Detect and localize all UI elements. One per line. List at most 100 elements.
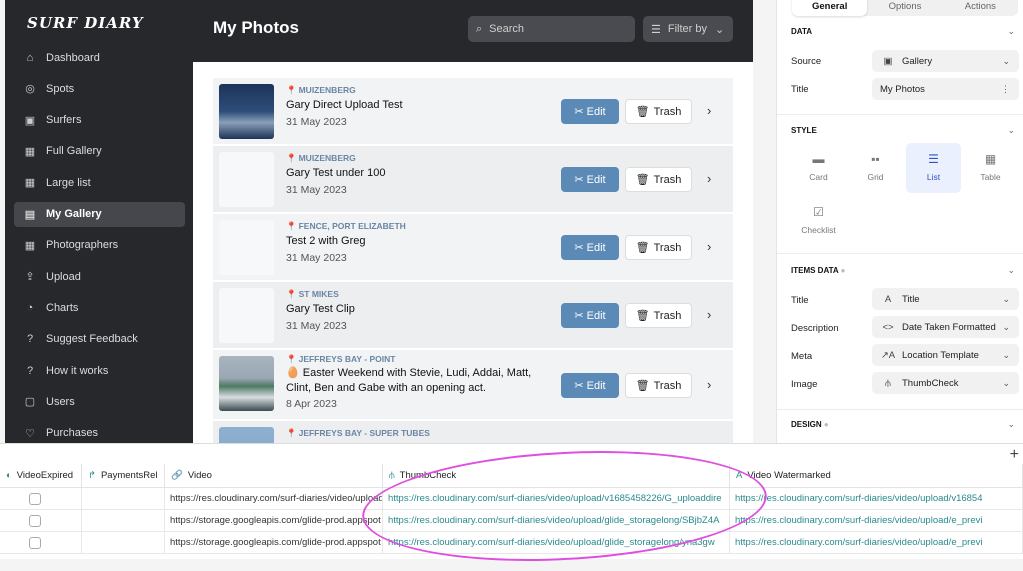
chevron-right-icon[interactable]: ›: [707, 103, 711, 118]
item-date: 31 May 2023: [286, 116, 347, 128]
item-title: 🥚 Easter Weekend with Stevie, Ludi, Adda…: [286, 367, 532, 394]
list-item[interactable]: 📍 FENCE, PORT ELIZABETH Test 2 with Greg 3…: [213, 214, 733, 281]
chevron-right-icon[interactable]: ›: [707, 171, 711, 186]
chevron-down-icon[interactable]: ⌄: [1007, 419, 1015, 430]
trash-button[interactable]: 🗑 Trash: [625, 99, 692, 124]
video-cell[interactable]: https://storage.googleapis.com/glide-pro…: [165, 532, 383, 554]
style-table[interactable]: ▦ Table: [963, 143, 1018, 193]
sidebar-item-charts[interactable]: ◔ Charts: [14, 295, 185, 320]
column-header[interactable]: ◐ VideoExpired: [0, 464, 82, 488]
sidebar-item-surfers[interactable]: ▣ Surfers: [14, 108, 185, 133]
list-item[interactable]: 📍 JEFFREYS BAY - POINT 🥚 Easter Weekend wi…: [213, 350, 733, 420]
chevron-right-icon[interactable]: ›: [707, 377, 711, 392]
video-watermarked-cell[interactable]: https://res.cloudinary.com/surf-diaries/…: [730, 532, 1023, 554]
pin-icon: 📍: [286, 428, 297, 438]
filter-button[interactable]: ☰ Filter by ⌄: [643, 16, 733, 42]
nav-icon: ⇪: [25, 271, 35, 284]
list-item[interactable]: 📍 MUIZENBERG Gary Direct Upload Test 31 Ma…: [213, 78, 733, 145]
items-image-label: Image: [791, 379, 818, 390]
sidebar-item-label: Full Gallery: [46, 145, 102, 158]
sidebar-item-label: Users: [46, 395, 75, 408]
sidebar-item-large-list[interactable]: ▦ Large list: [14, 170, 185, 195]
column-header[interactable]: A Video Watermarked: [730, 464, 1023, 488]
edit-button[interactable]: ✂ Edit: [561, 303, 619, 328]
video-cell[interactable]: https://res.cloudinary.com/surf-diaries/…: [165, 488, 383, 510]
item-date: 31 May 2023: [286, 184, 347, 196]
list-item[interactable]: 📍 JEFFREYS BAY - SUPER TUBES: [213, 421, 733, 445]
edit-button[interactable]: ✂ Edit: [561, 99, 619, 124]
edit-button[interactable]: ✂ Edit: [561, 373, 619, 398]
thumbnail-image: [219, 356, 274, 411]
pin-icon: 📍: [286, 221, 297, 231]
chevron-down-icon: ⌄: [1002, 349, 1010, 360]
video-expired-cell[interactable]: [0, 510, 82, 532]
sidebar-item-dashboard[interactable]: ⌂ Dashboard: [14, 45, 185, 70]
style-list[interactable]: ☰ List: [906, 143, 961, 193]
more-icon[interactable]: ⋮: [1001, 84, 1010, 95]
sidebar-item-spots[interactable]: ◎ Spots: [14, 76, 185, 101]
sidebar-item-users[interactable]: ▢ Users: [14, 389, 185, 414]
trash-button[interactable]: 🗑 Trash: [625, 167, 692, 192]
payments-rel-cell[interactable]: [82, 532, 165, 554]
trash-button[interactable]: 🗑 Trash: [625, 373, 692, 398]
sidebar-item-my-gallery[interactable]: ▤ My Gallery: [14, 201, 185, 227]
title-field[interactable]: My Photos ⋮: [872, 78, 1019, 100]
add-column-button[interactable]: +: [1010, 446, 1019, 464]
video-watermarked-cell[interactable]: https://res.cloudinary.com/surf-diaries/…: [730, 488, 1023, 510]
trash-button[interactable]: 🗑 Trash: [625, 235, 692, 260]
checkbox[interactable]: [29, 514, 41, 527]
chevron-down-icon[interactable]: ⌄: [1007, 125, 1015, 136]
thumbcheck-cell[interactable]: https://res.cloudinary.com/surf-diaries/…: [383, 510, 730, 532]
payments-rel-cell[interactable]: [82, 488, 165, 510]
thumbcheck-cell[interactable]: https://res.cloudinary.com/surf-diaries/…: [383, 488, 730, 510]
items-meta-label: Meta: [791, 351, 813, 362]
column-header[interactable]: 🔗 Video: [165, 464, 383, 488]
sidebar-item-suggest-feedback[interactable]: ? Suggest Feedback: [14, 327, 185, 352]
tab-options[interactable]: Options: [867, 0, 942, 16]
video-expired-cell[interactable]: [0, 488, 82, 510]
payments-rel-cell[interactable]: [82, 510, 165, 532]
info-icon[interactable]: ●: [824, 420, 829, 429]
sidebar-item-purchases[interactable]: ♡ Purchases: [14, 421, 185, 445]
video-cell[interactable]: https://storage.googleapis.com/glide-pro…: [165, 510, 383, 532]
style-card[interactable]: ▬ Card: [791, 143, 846, 193]
items-title-select[interactable]: A Title ⌄: [872, 288, 1019, 310]
item-title: Gary Test under 100: [286, 167, 386, 179]
thumbcheck-cell[interactable]: https://res.cloudinary.com/surf-diaries/…: [383, 532, 730, 554]
search-input[interactable]: ⌕ Search: [468, 16, 635, 42]
video-expired-cell[interactable]: [0, 532, 82, 554]
chevron-right-icon[interactable]: ›: [707, 307, 711, 322]
sidebar-item-upload[interactable]: ⇪ Upload: [14, 264, 185, 289]
tab-general[interactable]: General: [792, 0, 868, 16]
edit-button[interactable]: ✂ Edit: [561, 167, 619, 192]
style-checklist[interactable]: ☑ Checklist: [791, 196, 846, 246]
item-date: 8 Apr 2023: [286, 398, 337, 410]
chevron-down-icon[interactable]: ⌄: [1007, 26, 1015, 37]
column-header[interactable]: ↱ PaymentsRel: [82, 464, 165, 488]
column-header[interactable]: ⫛ ThumbCheck: [383, 464, 730, 488]
checkbox[interactable]: [29, 492, 41, 505]
sidebar-item-how-it-works[interactable]: ? How it works: [14, 358, 185, 383]
checkbox[interactable]: [29, 536, 41, 549]
list-item[interactable]: 📍 ST MIKES Gary Test Clip 31 May 2023 ✂ Edi…: [213, 282, 733, 349]
sidebar-item-label: Suggest Feedback: [46, 333, 138, 346]
info-icon[interactable]: ●: [841, 266, 846, 275]
field-type-icon: A: [884, 293, 892, 305]
sidebar-item-photographers[interactable]: ▦ Photographers: [14, 233, 185, 258]
nav-icon: ⌂: [26, 51, 34, 64]
list-item[interactable]: 📍 MUIZENBERG Gary Test under 100 31 May 20…: [213, 146, 733, 213]
nav-icon: ◔: [26, 301, 34, 314]
edit-button[interactable]: ✂ Edit: [561, 235, 619, 260]
style-grid[interactable]: ▪▪ Grid: [848, 143, 903, 193]
items-image-select[interactable]: ⫛ ThumbCheck ⌄: [872, 372, 1019, 394]
source-select[interactable]: ▣ Gallery ⌄: [872, 50, 1019, 72]
scissors-icon: ✂: [574, 310, 584, 322]
items-description-select[interactable]: <> Date Taken Formatted ⌄: [872, 316, 1019, 338]
chevron-right-icon[interactable]: ›: [707, 239, 711, 254]
tab-actions[interactable]: Actions: [943, 0, 1018, 16]
video-watermarked-cell[interactable]: https://res.cloudinary.com/surf-diaries/…: [730, 510, 1023, 532]
items-meta-select[interactable]: ↗A Location Template ⌄: [872, 344, 1019, 366]
sidebar-item-full-gallery[interactable]: ▦ Full Gallery: [14, 139, 185, 164]
trash-button[interactable]: 🗑 Trash: [625, 303, 692, 328]
chevron-down-icon[interactable]: ⌄: [1007, 265, 1015, 276]
